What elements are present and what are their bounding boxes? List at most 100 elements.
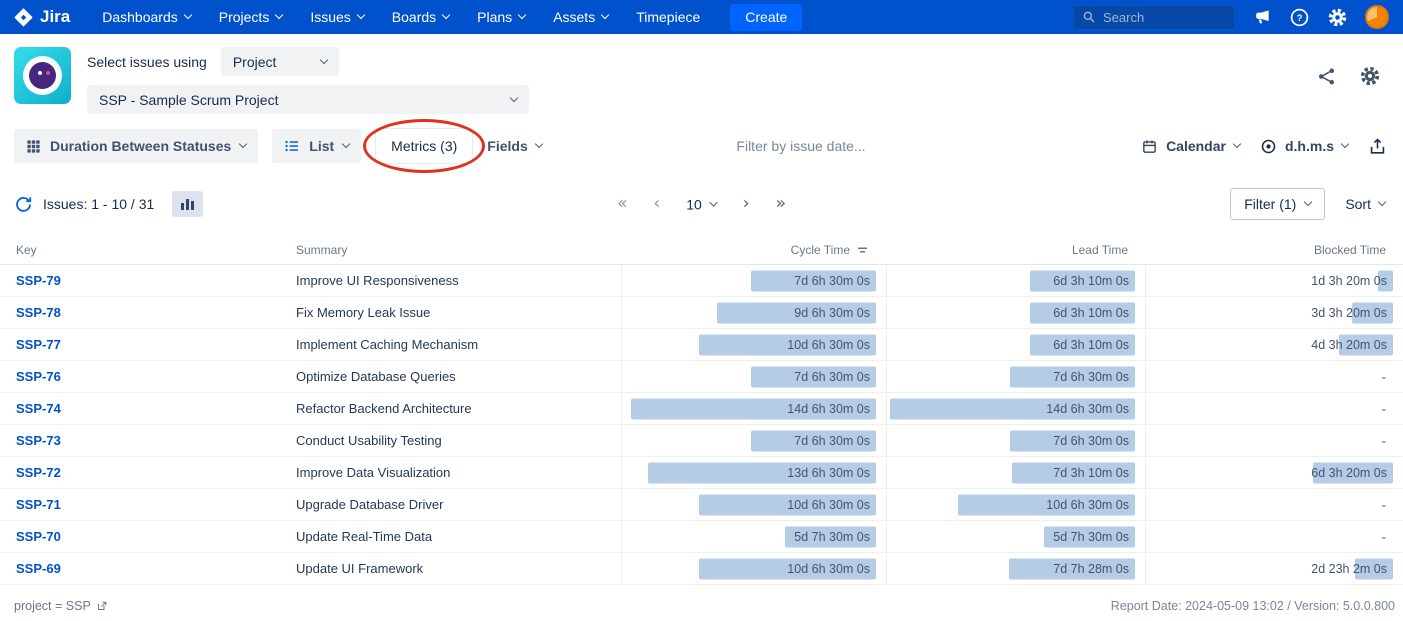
svg-text:?: ? [1297,13,1303,24]
lead-time-cell: 6d 3h 10m 0s [886,329,1145,360]
column-header-cycle-time[interactable]: Cycle Time [621,243,886,257]
table-row: SSP-79Improve UI Responsiveness7d 6h 30m… [0,265,1403,297]
blocked-time-cell: - [1145,489,1403,520]
sort-dropdown[interactable]: Sort [1345,196,1385,212]
announcements-icon[interactable] [1252,7,1272,27]
issue-key-link[interactable]: SSP-71 [0,497,61,512]
issue-date-filter-input[interactable] [736,138,946,154]
duration-empty-value: - [1382,369,1386,384]
nav-item-plans[interactable]: Plans [477,9,525,25]
lead-time-cell: 7d 6h 30m 0s [886,361,1145,392]
duration-value: 10d 6h 30m 0s [1046,498,1129,512]
nav-item-dashboards[interactable]: Dashboards [102,9,191,25]
column-header-summary[interactable]: Summary [280,243,621,257]
pagination-left: Issues: 1 - 10 / 31 [14,191,203,217]
duration-value: 2d 23h 2m 0s [1311,562,1387,576]
column-header-blocked-time[interactable]: Blocked Time [1145,243,1403,257]
key-cell: SSP-79 [0,265,280,296]
fields-dropdown[interactable]: Fields [487,138,541,154]
create-button[interactable]: Create [730,4,802,31]
cycle-time-cell: 7d 6h 30m 0s [621,361,886,392]
search-input[interactable] [1103,10,1226,25]
duration-value: 10d 6h 30m 0s [787,498,870,512]
chevron-down-icon [710,198,718,206]
issue-source-mode-value: Project [233,54,277,70]
last-page-icon[interactable]: » [776,196,786,213]
issue-key-link[interactable]: SSP-70 [0,529,61,544]
external-link-icon[interactable] [96,600,108,612]
share-icon[interactable] [1316,66,1337,87]
calendar-dropdown[interactable]: Calendar [1141,138,1240,155]
duration-value: 7d 6h 30m 0s [794,370,870,384]
jql-query-text: project = SSP [14,599,91,613]
filter-dropdown[interactable]: Filter (1) [1230,188,1325,220]
issue-summary: Upgrade Database Driver [280,489,621,520]
column-header-key[interactable]: Key [0,243,280,257]
key-cell: SSP-73 [0,425,280,456]
nav-item-boards[interactable]: Boards [392,9,449,25]
issue-source-mode-dropdown[interactable]: Project [221,47,339,76]
nav-item-label: Projects [219,9,270,25]
issue-key-link[interactable]: SSP-69 [0,561,61,576]
list-icon [284,138,300,154]
duration-value: 14d 6h 30m 0s [1046,402,1129,416]
chevron-down-icon [510,93,518,101]
column-filter-icon[interactable] [856,244,869,257]
duration-value: 7d 6h 30m 0s [794,434,870,448]
issue-key-link[interactable]: SSP-72 [0,465,61,480]
nav-item-assets[interactable]: Assets [553,9,608,25]
cycle-time-cell: 10d 6h 30m 0s [621,489,886,520]
cycle-time-cell: 7d 6h 30m 0s [621,265,886,296]
duration-value: 6d 3h 10m 0s [1053,306,1129,320]
duration-value: 13d 6h 30m 0s [787,466,870,480]
metrics-button[interactable]: Metrics (3) [375,128,473,164]
global-search[interactable] [1073,5,1235,30]
page-size-dropdown[interactable]: 10 [686,196,717,212]
user-avatar[interactable] [1365,5,1389,29]
nav-item-label: Timepiece [636,9,700,25]
issue-key-link[interactable]: SSP-76 [0,369,61,384]
issue-key-link[interactable]: SSP-78 [0,305,61,320]
fields-label: Fields [487,138,527,154]
project-dropdown[interactable]: SSP - Sample Scrum Project [87,85,529,114]
issue-key-link[interactable]: SSP-74 [0,401,61,416]
time-units-dropdown[interactable]: d.h.m.s [1260,138,1348,155]
report-header: Select issues using Project SSP - Sample… [0,34,1403,122]
chevron-down-icon [535,140,543,148]
nav-item-issues[interactable]: Issues [310,9,363,25]
jql-query[interactable]: project = SSP [14,599,108,613]
issue-key-link[interactable]: SSP-79 [0,273,61,288]
view-mode-dropdown[interactable]: List [272,129,361,163]
duration-empty-value: - [1382,401,1386,416]
nav-item-label: Plans [477,9,512,25]
column-header-lead-time[interactable]: Lead Time [886,243,1145,257]
previous-page-icon[interactable]: ‹ [653,196,660,213]
table-row: SSP-70Update Real-Time Data5d 7h 30m 0s5… [0,521,1403,553]
export-icon[interactable] [1368,137,1387,156]
duration-value: 6d 3h 10m 0s [1053,274,1129,288]
issues-table: Key Summary Cycle Time Lead Time Blocked… [0,236,1403,585]
nav-item-projects[interactable]: Projects [219,9,283,25]
blocked-time-cell: 1d 3h 20m 0s [1145,265,1403,296]
nav-item-timepiece[interactable]: Timepiece [636,9,700,25]
help-icon[interactable]: ? [1289,7,1310,28]
clock-icon [1260,138,1277,155]
report-footer: project = SSP Report Date: 2024-05-09 13… [0,585,1403,613]
table-row: SSP-69Update UI Framework10d 6h 30m 0s7d… [0,553,1403,585]
issue-summary: Optimize Database Queries [280,361,621,392]
table-row: SSP-71 Upgrade Database Driver 10d 6h 30m … [0,489,1403,521]
chart-view-button[interactable] [172,191,203,217]
pager-controls: « ‹ 10 › » [617,196,786,213]
issue-key-link[interactable]: SSP-77 [0,337,61,352]
table-row: SSP-73Conduct Usability Testing7d 6h 30m… [0,425,1403,457]
lead-time-cell: 7d 7h 28m 0s [886,553,1145,584]
report-settings-gear-icon[interactable] [1359,65,1381,87]
issue-key-link[interactable]: SSP-73 [0,433,61,448]
jira-logo[interactable]: Jira [14,7,70,27]
first-page-icon[interactable]: « [617,196,627,213]
settings-gear-icon[interactable] [1327,7,1348,28]
report-type-dropdown[interactable]: Duration Between Statuses [14,129,258,163]
next-page-icon[interactable]: › [743,196,750,213]
issue-summary: Fix Memory Leak Issue [280,297,621,328]
refresh-icon[interactable] [14,195,33,214]
